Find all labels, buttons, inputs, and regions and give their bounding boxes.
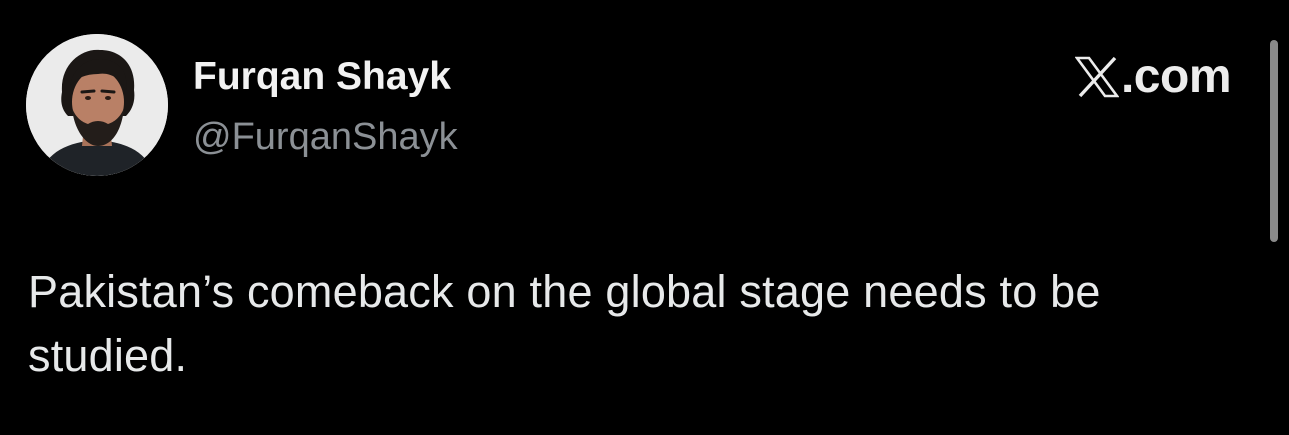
profile-photo	[26, 34, 168, 176]
scrollbar-thumb[interactable]	[1270, 40, 1278, 242]
tweet-text: Pakistan’s comeback on the global stage …	[28, 266, 1101, 381]
author-display-name[interactable]: Furqan Shayk	[193, 52, 451, 102]
x-logo-icon	[1074, 56, 1119, 98]
brand-watermark: .com	[1074, 50, 1232, 104]
author-handle[interactable]: @FurqanShayk	[193, 112, 458, 162]
brand-domain-text: .com	[1120, 50, 1232, 103]
avatar[interactable]	[26, 34, 168, 176]
